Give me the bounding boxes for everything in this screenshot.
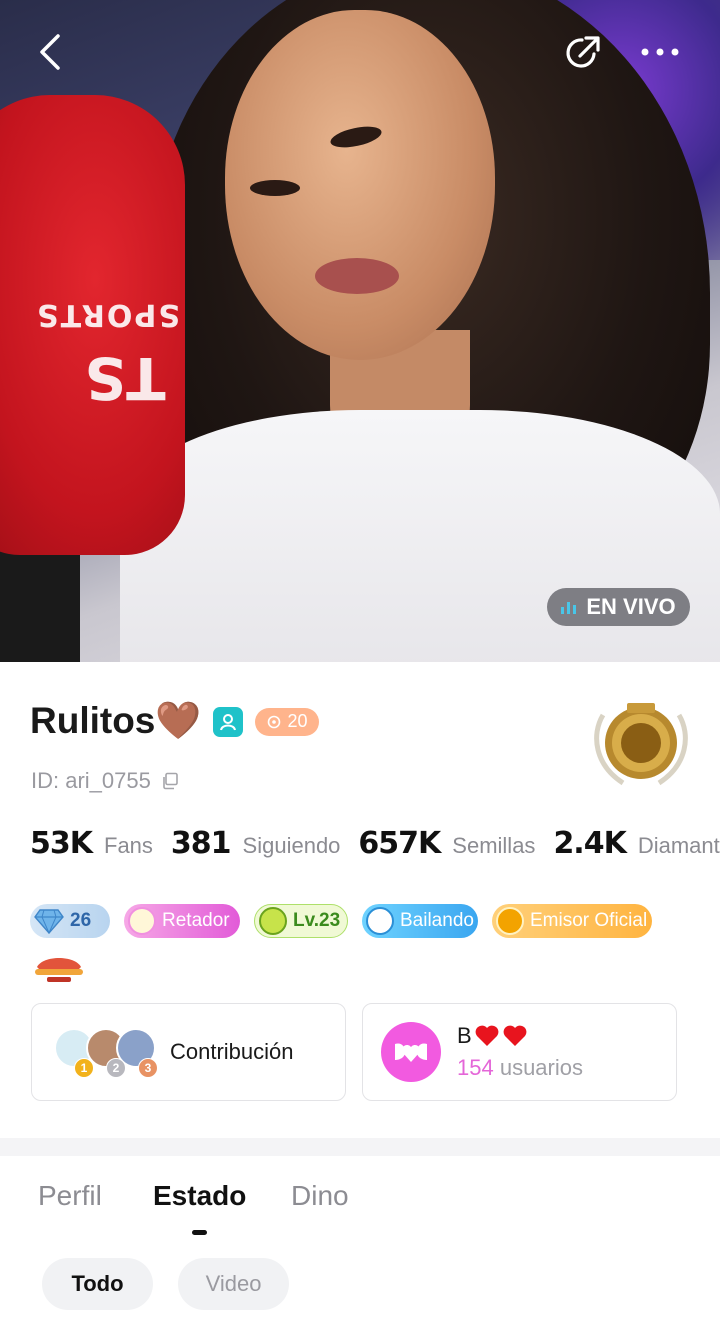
diamond-icon bbox=[34, 909, 64, 934]
diamond-level-badge[interactable]: 26 bbox=[30, 904, 110, 938]
trophy-icon bbox=[496, 907, 524, 935]
filter-todo[interactable]: Todo bbox=[42, 1258, 153, 1310]
contribution-card[interactable]: 1 2 3 Contribución bbox=[31, 1003, 346, 1101]
live-badge-label: EN VIVO bbox=[586, 594, 676, 619]
fan-club-icon bbox=[381, 1022, 441, 1082]
contribution-label: Contribución bbox=[170, 1039, 294, 1064]
share-button[interactable] bbox=[560, 28, 608, 76]
dancer-icon bbox=[366, 907, 394, 935]
badge-list: 26 Retador Lv.23 Bailando Emisor Oficial bbox=[30, 904, 652, 938]
following-label[interactable]: Siguiendo bbox=[243, 833, 341, 859]
share-arrow-icon bbox=[566, 36, 600, 68]
profile-name-row: Rulitos🤎 20 bbox=[30, 700, 320, 743]
retador-icon bbox=[128, 907, 156, 935]
profile-name: Rulitos🤎 bbox=[30, 700, 202, 741]
clock-icon bbox=[268, 715, 281, 728]
tab-perfil[interactable]: Perfil bbox=[38, 1180, 102, 1212]
tab-dino[interactable]: Dino bbox=[291, 1180, 349, 1212]
gold-medal-icon bbox=[594, 703, 688, 786]
profile-stats: 53K Fans 381 Siguiendo 657K Semillas 2.4… bbox=[30, 826, 720, 861]
fan-club-card[interactable]: B 154 usuarios bbox=[362, 1003, 677, 1101]
leaf-icon bbox=[259, 907, 287, 935]
heart-icon bbox=[475, 1025, 499, 1046]
profile-tabs: Perfil Estado Dino bbox=[0, 1180, 720, 1240]
heart-icon bbox=[503, 1025, 527, 1046]
back-button[interactable] bbox=[26, 28, 74, 76]
fans-count[interactable]: 53K bbox=[30, 826, 93, 861]
latam-logo-icon bbox=[35, 958, 83, 982]
seeds-count: 657K bbox=[358, 826, 441, 861]
fans-label[interactable]: Fans bbox=[104, 833, 153, 859]
profile-cover-photo: TS SPORTS EN VIVO bbox=[0, 0, 720, 662]
live-bars-icon bbox=[561, 600, 577, 614]
section-divider bbox=[0, 1138, 720, 1156]
rank-1-badge: 1 bbox=[74, 1058, 94, 1078]
diamonds-label: Diamantes bbox=[637, 833, 720, 858]
bailando-badge[interactable]: Bailando bbox=[362, 904, 478, 938]
seeds-label: Semillas bbox=[452, 833, 536, 858]
emisor-oficial-badge[interactable]: Emisor Oficial bbox=[492, 904, 652, 938]
user-level-badge[interactable]: Lv.23 bbox=[254, 904, 348, 938]
rank-3-badge: 3 bbox=[138, 1058, 158, 1078]
more-options-button[interactable] bbox=[636, 28, 684, 76]
user-id-row: ID: ari_0755 bbox=[31, 768, 179, 794]
fan-club-members: 154 usuarios bbox=[457, 1055, 583, 1080]
diamonds-count: 2.4K bbox=[553, 826, 626, 861]
verified-user-icon bbox=[213, 706, 244, 737]
user-id: ID: ari_0755 bbox=[31, 768, 151, 793]
fan-club-name: B bbox=[457, 1023, 583, 1049]
level-badge: 20 bbox=[255, 707, 320, 736]
copy-icon[interactable] bbox=[161, 772, 179, 790]
live-badge[interactable]: EN VIVO bbox=[547, 588, 690, 626]
retador-badge[interactable]: Retador bbox=[124, 904, 240, 938]
tab-estado[interactable]: Estado bbox=[153, 1180, 246, 1212]
active-tab-indicator bbox=[192, 1230, 207, 1235]
more-dots-icon bbox=[641, 48, 679, 56]
following-count[interactable]: 381 bbox=[171, 826, 232, 861]
content-filters: Todo Video bbox=[42, 1258, 289, 1310]
filter-video[interactable]: Video bbox=[178, 1258, 289, 1310]
rank-2-badge: 2 bbox=[106, 1058, 126, 1078]
chevron-left-icon bbox=[40, 34, 60, 70]
top-contributors: 1 2 3 bbox=[52, 1022, 162, 1082]
